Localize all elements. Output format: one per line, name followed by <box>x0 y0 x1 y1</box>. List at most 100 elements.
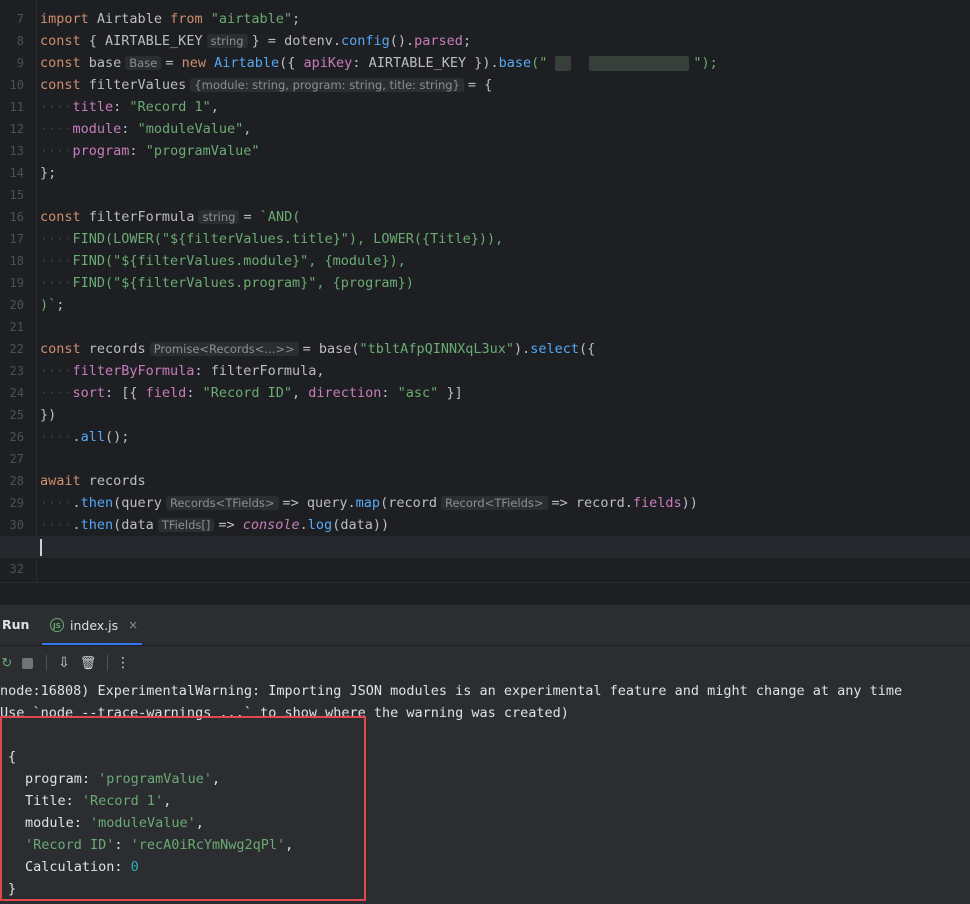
token: = <box>243 209 260 225</box>
token: { AIRTABLE_KEY <box>88 33 203 49</box>
type-hint: TFields[] <box>157 518 215 532</box>
line-number: 11 <box>9 100 24 114</box>
token: "asc" <box>397 385 439 401</box>
token: : <box>381 385 398 401</box>
token: base <box>88 55 122 71</box>
line-number: 20 <box>9 298 24 312</box>
token: filterByFormula <box>72 363 195 379</box>
token: log <box>307 517 333 533</box>
redacted-blur <box>555 55 572 71</box>
token: FIND("${filterValues.program}", {program… <box>72 275 414 291</box>
code-line-24: ····sort: [{ field: "Record ID", directi… <box>40 382 970 404</box>
token: filterFormula <box>88 209 195 225</box>
token: import <box>40 11 89 27</box>
token: ). <box>513 341 531 357</box>
token: title <box>72 99 114 115</box>
indent-dots: ···· <box>40 253 73 269</box>
code-editor[interactable]: 7 8 9 10 11 12 13 14 15 16 17 18 19 20 21 22 23 24 25 26 27 2… <box>0 0 970 582</box>
token: then <box>80 495 114 511</box>
token: "tbltAfpQINNXqL3ux" <box>359 341 514 357</box>
line-number: 26 <box>9 430 24 444</box>
token: , <box>243 121 252 137</box>
type-hint: Promise<Records<...>> <box>149 342 299 356</box>
token: : <box>121 121 138 137</box>
token: (). <box>389 33 415 49</box>
indent-dots: ···· <box>40 495 73 511</box>
console-warning-line: node:16808) ExperimentalWarning: Importi… <box>0 683 903 699</box>
indent-dots: ···· <box>40 385 73 401</box>
line-number: 16 <box>9 210 24 224</box>
code-line-31-current[interactable] <box>0 536 970 558</box>
token: = <box>165 55 182 71</box>
code-area[interactable]: import Airtable from "airtable"; const {… <box>0 8 970 580</box>
line-number: 8 <box>16 34 24 48</box>
line-number: 32 <box>9 562 24 576</box>
line-number: 23 <box>9 364 24 378</box>
stop-button[interactable] <box>14 652 40 674</box>
type-hint: Base <box>125 56 162 70</box>
line-number: 28 <box>9 474 24 488</box>
code-line-9: const base Base = new Airtable({ apiKey: A… <box>40 52 970 74</box>
token: module <box>72 121 122 137</box>
token: (record <box>380 495 437 511</box>
line-number: 9 <box>16 56 24 70</box>
token: . <box>299 517 308 533</box>
token: all <box>80 429 106 445</box>
line-number: 10 <box>9 78 24 92</box>
token: )` <box>40 297 57 313</box>
code-line-14: }; <box>40 162 970 184</box>
code-line-28: await records <box>40 470 970 492</box>
line-number: 15 <box>9 188 24 202</box>
scroll-to-end-icon[interactable]: ⇩ <box>53 652 75 674</box>
nodejs-file-icon: JS <box>50 618 64 632</box>
line-number: 7 <box>16 12 24 26</box>
token: program <box>72 143 130 159</box>
token: map <box>355 495 381 511</box>
rerun-icon[interactable]: ↻ <box>0 652 14 674</box>
token: "Record ID" <box>202 385 292 401</box>
line-number: 27 <box>9 452 24 466</box>
indent-dots: ···· <box>40 99 73 115</box>
line-number: 19 <box>9 276 24 290</box>
token: "airtable" <box>210 11 293 27</box>
panel-divider[interactable] <box>0 582 970 605</box>
line-number: 21 <box>9 320 24 334</box>
token: const <box>40 33 81 49</box>
tab-index-js[interactable]: JS index.js × <box>50 605 138 645</box>
token: "); <box>693 55 718 71</box>
token: : filterFormula, <box>194 363 325 379</box>
token: direction <box>308 385 382 401</box>
more-options-icon[interactable]: ⋮ <box>114 652 132 674</box>
token: : <box>186 385 203 401</box>
line-number: 13 <box>9 144 24 158</box>
token: : <box>129 143 146 159</box>
type-hint: string <box>198 210 240 224</box>
token: => record. <box>551 495 633 511</box>
close-icon[interactable]: × <box>128 618 138 632</box>
token: }) <box>40 407 57 423</box>
token: "Record 1" <box>129 99 211 115</box>
tab-label: index.js <box>70 617 119 633</box>
line-number: 25 <box>9 408 24 422</box>
trash-icon[interactable]: 🗑 <box>75 652 101 674</box>
token: ({ <box>579 341 596 357</box>
token: (data <box>113 517 154 533</box>
token: . <box>72 495 81 511</box>
code-line-29: ····.then(query Records<TFields> => query.… <box>40 492 970 514</box>
code-line-26: ····.all(); <box>40 426 970 448</box>
token: const <box>40 341 81 357</box>
token: records <box>88 473 146 489</box>
indent-dots: ···· <box>40 275 73 291</box>
indent-dots: ···· <box>40 429 73 445</box>
token: FIND("${filterValues.module}", {module})… <box>72 253 406 269</box>
line-number: 17 <box>9 232 24 246</box>
token: )) <box>681 495 698 511</box>
token: (" <box>531 55 548 71</box>
token: const <box>40 55 81 71</box>
active-tab-indicator <box>42 643 142 645</box>
line-number: 14 <box>9 166 24 180</box>
token: Airtable <box>214 55 280 71</box>
token: (); <box>105 429 130 445</box>
